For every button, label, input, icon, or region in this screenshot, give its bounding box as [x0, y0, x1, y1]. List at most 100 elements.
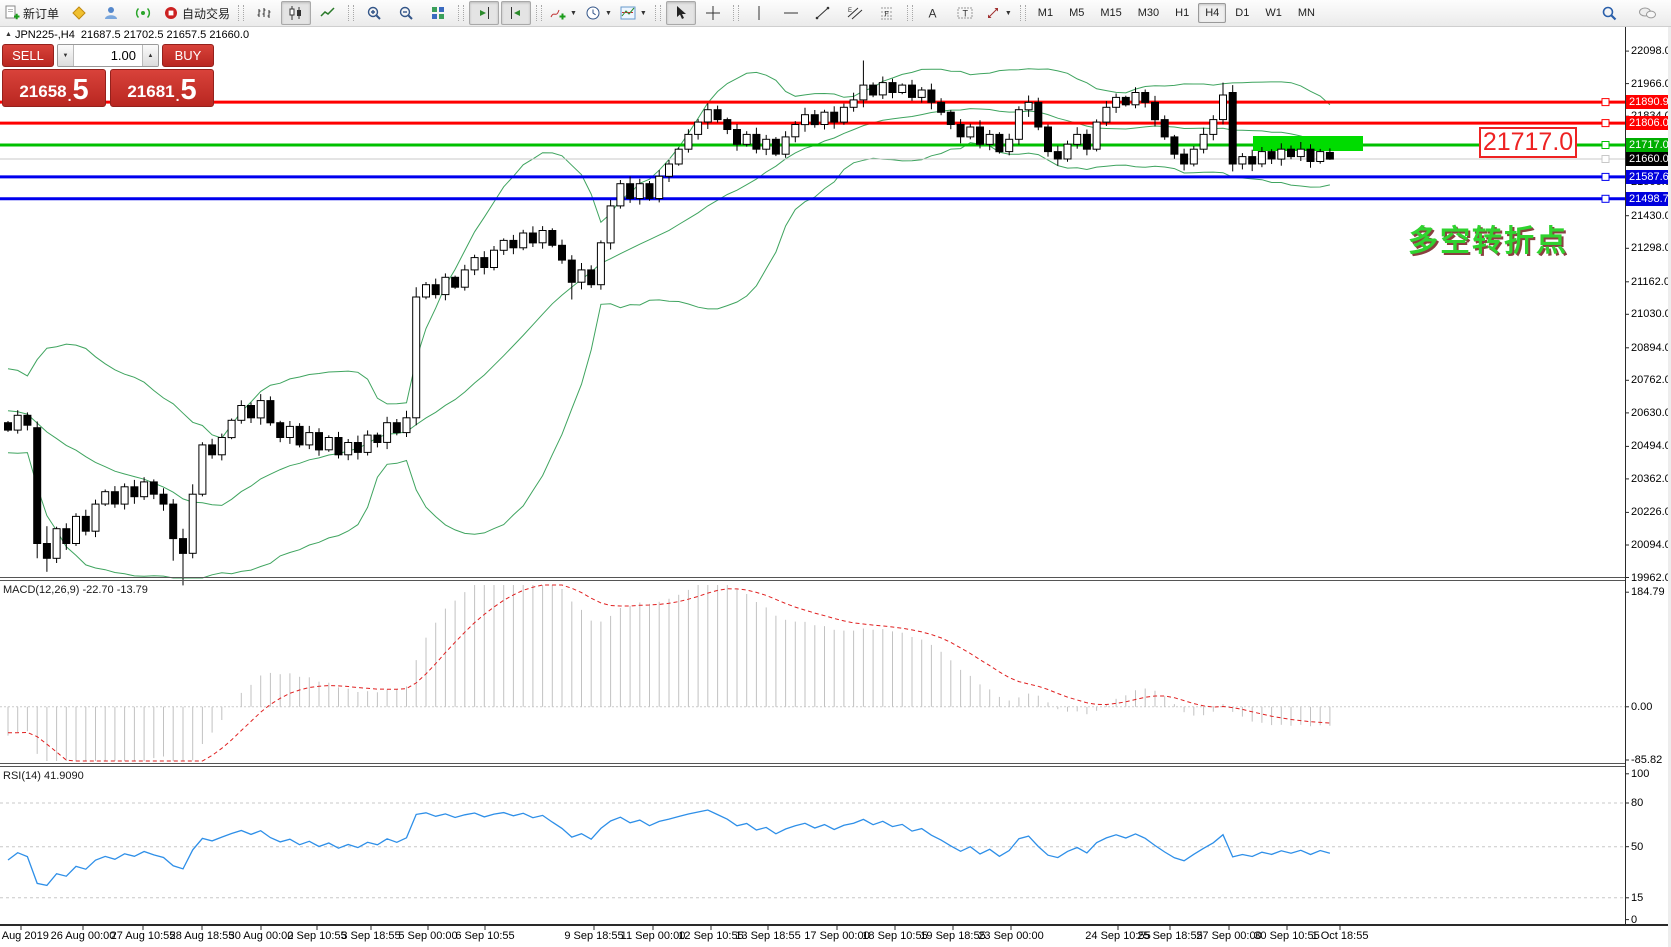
- signal-icon: [135, 5, 151, 21]
- text-button[interactable]: A: [918, 1, 948, 25]
- line-chart-button[interactable]: [313, 1, 343, 25]
- svg-text:F: F: [884, 11, 888, 18]
- svg-text:E: E: [848, 8, 852, 14]
- channel-icon: E: [847, 5, 863, 21]
- autotrading-button[interactable]: 自动交易: [160, 1, 233, 25]
- toolbar-group: EF: [743, 1, 903, 25]
- chart-marker-icon: ▲: [5, 31, 12, 38]
- cursor-button[interactable]: [666, 1, 696, 25]
- autotrading-icon: [163, 5, 179, 21]
- dropdown-caret-icon: ▼: [605, 10, 612, 17]
- toolbar-right-buttons: [1593, 1, 1671, 25]
- toolbar-group: AT▼: [917, 1, 1016, 25]
- toolbar-group: 新订单 自动交易: [0, 1, 234, 25]
- sell-price[interactable]: 21658 . 5: [2, 69, 106, 107]
- horizontal-line-button[interactable]: [776, 1, 806, 25]
- timeframe-m15-button[interactable]: M15: [1093, 3, 1128, 23]
- trendline-icon: [815, 5, 831, 21]
- fibonacci-button[interactable]: F: [872, 1, 902, 25]
- hline-icon: [783, 5, 799, 21]
- buy-price[interactable]: 21681 . 5: [110, 69, 214, 107]
- sell-button[interactable]: SELL: [2, 44, 54, 67]
- turning-point-annotation[interactable]: 多空转折点: [1408, 216, 1568, 260]
- sell-price-frac: 5: [73, 76, 89, 104]
- toolbar-grip: [733, 5, 739, 21]
- tile-icon: [430, 5, 446, 21]
- text-icon: A: [925, 5, 941, 21]
- chart-shift-icon: [508, 5, 524, 21]
- timeframe-m1-button[interactable]: M1: [1031, 3, 1060, 23]
- dropdown-caret-icon: ▼: [640, 10, 647, 17]
- chart-shift-button[interactable]: [501, 1, 531, 25]
- templates-icon: [620, 5, 636, 21]
- toolbar-grip: [348, 5, 354, 21]
- zoom-in-icon: [366, 5, 382, 21]
- trendline-button[interactable]: [808, 1, 838, 25]
- candlestick-chart-button[interactable]: [281, 1, 311, 25]
- templates-button[interactable]: ▼: [617, 1, 650, 25]
- volume-increase-button[interactable]: ▲: [142, 45, 158, 66]
- user-icon: [103, 5, 119, 21]
- zoom-out-button[interactable]: [391, 1, 421, 25]
- volume-stepper: ▼ 1.00 ▲: [57, 44, 159, 67]
- toolbar-group: [248, 1, 344, 25]
- price-annotation-box[interactable]: 21717.0: [1479, 127, 1577, 158]
- buy-price-dot: .: [176, 88, 180, 104]
- one-click-trading-panel: SELL ▼ 1.00 ▲ BUY 21658 . 5 21681 . 5: [2, 44, 214, 107]
- timeframe-m5-button[interactable]: M5: [1062, 3, 1091, 23]
- crosshair-button[interactable]: [698, 1, 728, 25]
- rsi-indicator-label: RSI(14) 41.9090: [3, 770, 84, 782]
- vertical-line-button[interactable]: [744, 1, 774, 25]
- toolbar-group: [665, 1, 729, 25]
- vline-icon: [751, 5, 767, 21]
- trading-platform-window: 新订单自动交易▼▼▼EFAT▼M1M5M15M30H1H4D1W1MN ▲JPN…: [0, 0, 1671, 947]
- toolbar-grip: [655, 5, 661, 21]
- toolbar-group: ▼ ▼ ▼: [546, 1, 651, 25]
- toolbar-grip: [907, 5, 913, 21]
- buy-price-frac: 5: [181, 76, 197, 104]
- chart-title: ▲JPN225-,H4 21687.5 21702.5 21657.5 21660…: [5, 29, 249, 41]
- sell-price-dot: .: [68, 88, 72, 104]
- timeframe-h4-button[interactable]: H4: [1198, 3, 1226, 23]
- toolbar-grip: [238, 5, 244, 21]
- bar-chart-button[interactable]: [249, 1, 279, 25]
- timeframe-m30-button[interactable]: M30: [1131, 3, 1166, 23]
- periods-button[interactable]: ▼: [582, 1, 615, 25]
- arrows-button[interactable]: ▼: [982, 1, 1015, 25]
- ohlc-values: 21687.5 21702.5 21657.5 21660.0: [81, 29, 249, 41]
- chat-icon: [1638, 5, 1657, 21]
- volume-input[interactable]: 1.00: [74, 45, 142, 66]
- tile-windows-button[interactable]: [423, 1, 453, 25]
- volume-decrease-button[interactable]: ▼: [58, 45, 74, 66]
- new-order-button[interactable]: 新订单: [1, 1, 62, 25]
- arrows-icon: [985, 5, 1001, 21]
- gold-icon: [71, 5, 87, 21]
- fibo-icon: F: [879, 5, 895, 21]
- timeframe-d1-button[interactable]: D1: [1228, 3, 1256, 23]
- buy-button[interactable]: BUY: [162, 44, 214, 67]
- toolbar-group: [358, 1, 454, 25]
- search-button[interactable]: [1594, 1, 1624, 25]
- market-button[interactable]: [64, 1, 94, 25]
- symbol-period-label: JPN225-,H4: [15, 29, 75, 41]
- button-label: 自动交易: [182, 5, 230, 22]
- toolbar-grip: [536, 5, 542, 21]
- timeframe-mn-button[interactable]: MN: [1291, 3, 1322, 23]
- auto-scroll-button[interactable]: [469, 1, 499, 25]
- indicators-button[interactable]: ▼: [547, 1, 580, 25]
- chart-canvas[interactable]: [0, 0, 1671, 947]
- auto-scroll-icon: [476, 5, 492, 21]
- svg-text:A: A: [928, 7, 936, 21]
- community-button[interactable]: [96, 1, 126, 25]
- channel-button[interactable]: E: [840, 1, 870, 25]
- sell-price-int: 21658: [19, 80, 66, 104]
- zoom-in-button[interactable]: [359, 1, 389, 25]
- text-label-button[interactable]: T: [950, 1, 980, 25]
- timeframe-w1-button[interactable]: W1: [1258, 3, 1289, 23]
- timeframe-bar: M1M5M15M30H1H4D1W1MN: [1030, 3, 1323, 23]
- signals-button[interactable]: [128, 1, 158, 25]
- dropdown-caret-icon: ▼: [570, 10, 577, 17]
- candles-icon: [288, 5, 304, 21]
- timeframe-h1-button[interactable]: H1: [1168, 3, 1196, 23]
- chat-button[interactable]: [1632, 1, 1662, 25]
